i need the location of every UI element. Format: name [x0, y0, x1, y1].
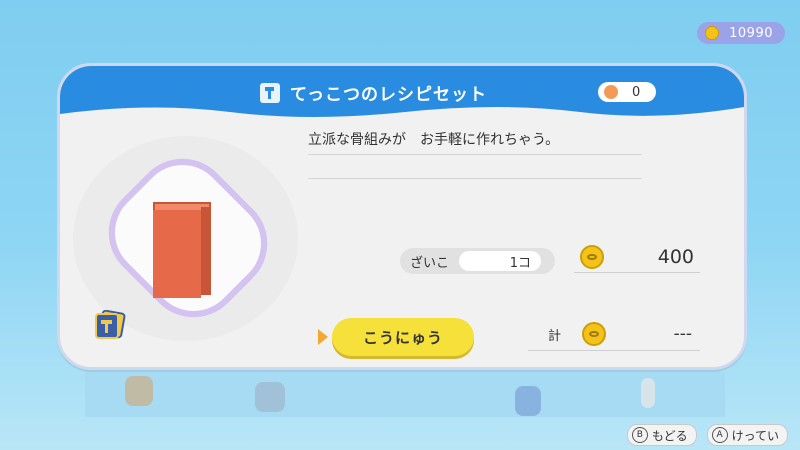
shop-panel: てっこつのレシピセット 0 立派な骨組みが お手軽に作れちゃう。 ざいこ 1コ …: [57, 63, 747, 370]
coin-icon: [582, 322, 606, 346]
background-figure: [515, 386, 541, 416]
back-hint[interactable]: B もどる: [626, 424, 697, 446]
button-hints: B もどる A けってい: [626, 424, 788, 446]
shelf-background: [85, 372, 725, 417]
hammer-icon: [260, 82, 280, 103]
title-group: てっこつのレシピセット: [260, 80, 487, 105]
stock-label: ざいこ: [410, 255, 450, 271]
cursor-arrow-icon: [318, 329, 328, 345]
block-front: [153, 210, 201, 298]
buy-group: こうにゅう: [318, 318, 474, 356]
description-line: [308, 178, 642, 179]
coin-icon: [580, 245, 604, 269]
back-label: もどる: [651, 428, 688, 443]
item-description: 立派な骨組みが お手軽に作れちゃう。: [308, 126, 642, 155]
price-value: 400: [657, 246, 694, 268]
block-side: [201, 207, 211, 295]
price-row: 400: [574, 244, 700, 273]
b-button-icon: B: [631, 427, 648, 443]
a-button-icon: A: [711, 427, 728, 443]
stock-value: 1コ: [509, 255, 532, 271]
total-label: 計: [548, 329, 562, 344]
confirm-label: けってい: [731, 428, 779, 443]
background-figure: [641, 378, 655, 408]
coin-icon: [705, 26, 719, 40]
coin-value: 10990: [729, 25, 773, 41]
total-value: ---: [673, 324, 692, 344]
background-figure: [125, 376, 153, 406]
buy-button[interactable]: こうにゅう: [332, 318, 474, 356]
total-row: 計 ---: [528, 320, 700, 351]
owned-count: 0: [598, 82, 656, 102]
recipe-cards-icon: [95, 310, 126, 339]
stock-row: ざいこ 1コ: [400, 248, 555, 274]
stock-box: 1コ: [459, 251, 542, 271]
coin-counter: 10990: [697, 22, 785, 44]
background-figure: [255, 382, 285, 412]
bag-icon: [604, 85, 618, 99]
confirm-hint[interactable]: A けってい: [706, 424, 788, 446]
owned-count-value: 0: [632, 84, 641, 100]
item-title: てっこつのレシピセット: [290, 85, 487, 105]
